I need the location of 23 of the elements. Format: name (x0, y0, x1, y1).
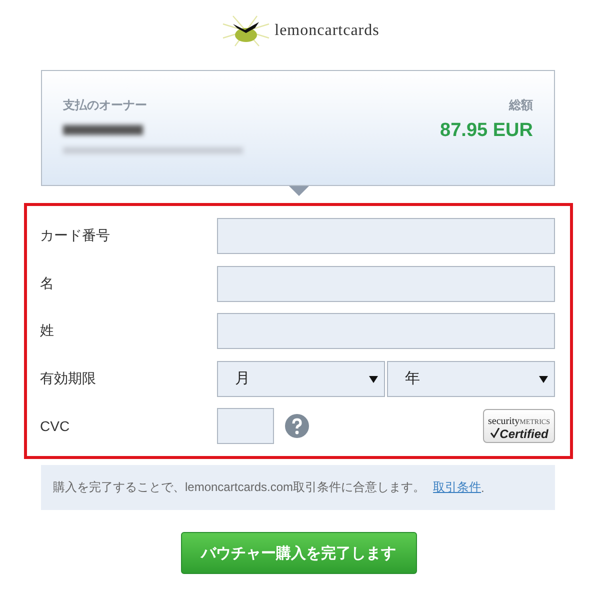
field-label: カード番号 (40, 227, 111, 245)
period-text: . (481, 480, 484, 494)
field-label: 姓 (40, 322, 55, 340)
terms-link[interactable]: 取引条件 (433, 479, 482, 496)
logo-icon (220, 14, 271, 48)
logo-text: lemoncartcards (274, 22, 380, 40)
field-label: 有効期限 (40, 370, 97, 388)
total-label: 総額 (509, 97, 533, 114)
help-icon[interactable] (285, 414, 309, 438)
cvc-field[interactable] (217, 408, 274, 444)
field-label: CVC (40, 418, 71, 434)
input-field[interactable] (217, 266, 555, 302)
input-field[interactable] (217, 218, 555, 254)
input-field[interactable] (217, 313, 555, 349)
owner-label: 支払のオーナー (63, 97, 148, 114)
caret-icon (539, 374, 548, 382)
dropdown-field[interactable]: 年 (387, 360, 555, 396)
pointer-arrow (289, 186, 309, 196)
field-label: 名 (40, 274, 55, 292)
total-amount: 87.95 EUR (440, 120, 533, 142)
dropdown-field[interactable]: 月 (217, 360, 385, 396)
terms-text: 購入を完了することで、lemoncartcards.com取引条件に合意します。 (53, 479, 426, 496)
caret-icon (369, 374, 378, 382)
